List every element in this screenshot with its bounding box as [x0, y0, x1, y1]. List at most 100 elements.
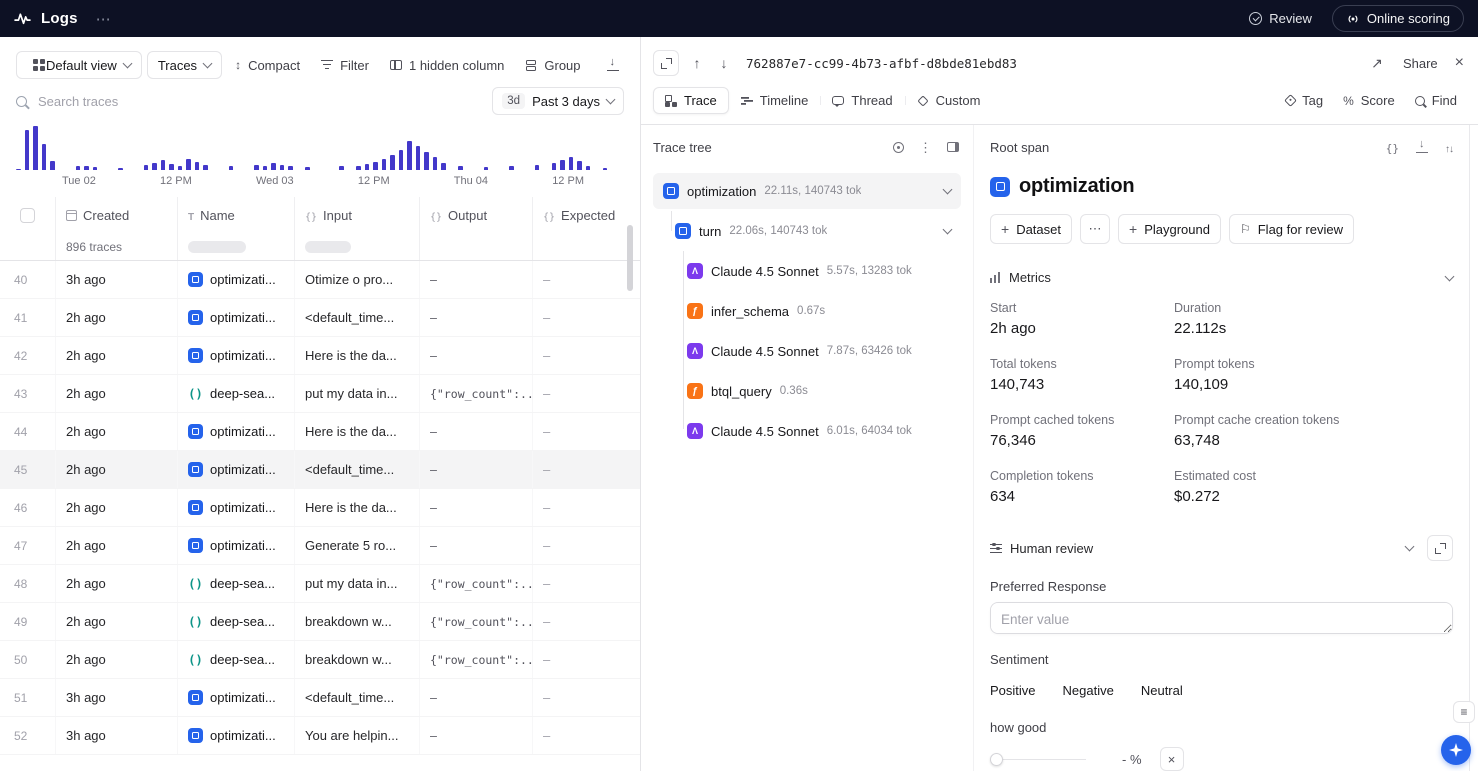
detail-action-button[interactable]: Find — [1406, 88, 1466, 113]
view-selector[interactable]: Default view — [16, 51, 142, 79]
column-header-name[interactable]: Name — [178, 197, 295, 233]
chevron-down-icon[interactable] — [943, 185, 953, 195]
filter-button[interactable]: Filter — [313, 51, 377, 79]
detail-tab[interactable]: Thread — [820, 87, 904, 114]
group-icon — [525, 60, 537, 71]
row-number: 45 — [0, 451, 56, 488]
sentiment-option-button[interactable]: Positive — [990, 679, 1036, 702]
column-header-created[interactable]: Created — [56, 197, 178, 233]
flag-for-review-button[interactable]: ⚐ Flag for review — [1229, 214, 1354, 244]
expand-review-button[interactable] — [1427, 535, 1453, 561]
detail-tab[interactable]: Custom — [905, 87, 993, 114]
table-row[interactable]: 45 2h ago optimizati... <default_time...… — [0, 451, 640, 489]
scrollbar-thumb[interactable] — [627, 225, 633, 291]
compact-toggle[interactable]: ↕ Compact — [227, 51, 308, 79]
app-logo-icon — [14, 10, 31, 27]
row-created: 2h ago — [56, 375, 178, 412]
table-row[interactable]: 47 2h ago optimizati... Generate 5 ro...… — [0, 527, 640, 565]
detail-tab[interactable]: Timeline — [729, 87, 821, 114]
chevron-down-icon[interactable] — [943, 225, 953, 235]
table-row[interactable]: 43 2h ago deep-sea... put my data in... … — [0, 375, 640, 413]
metric-item: Total tokens 140,743 — [990, 357, 1174, 393]
row-number: 44 — [0, 413, 56, 450]
table-row[interactable]: 41 2h ago optimizati... <default_time...… — [0, 299, 640, 337]
add-to-dataset-button[interactable]: + Dataset — [990, 214, 1072, 244]
open-external-icon[interactable]: ↗ — [1368, 55, 1386, 72]
action-icon — [1284, 94, 1297, 107]
how-good-slider[interactable] — [990, 752, 1086, 766]
metric-label: Prompt tokens — [1174, 357, 1453, 371]
sentiment-option-button[interactable]: Neutral — [1141, 679, 1183, 702]
row-created: 2h ago — [56, 527, 178, 564]
online-scoring-button[interactable]: Online scoring — [1332, 5, 1464, 32]
human-review-section-header[interactable]: Human review — [990, 535, 1453, 561]
preferred-response-input[interactable] — [990, 602, 1453, 634]
tab-icon — [832, 96, 844, 105]
trace-tree-node[interactable]: turn 22.06s, 140743 tok — [653, 213, 961, 249]
slider-knob[interactable] — [990, 753, 1003, 766]
table-row[interactable]: 49 2h ago deep-sea... breakdown w... {"r… — [0, 603, 640, 641]
trace-tree-node[interactable]: Claude 4.5 Sonnet 6.01s, 64034 tok — [653, 413, 961, 449]
column-header-expected[interactable]: Expected — [533, 197, 640, 233]
detail-tab[interactable]: Trace — [653, 87, 729, 114]
action-icon — [1415, 96, 1425, 106]
more-actions-button[interactable]: ⋯ — [1080, 214, 1110, 244]
date-range-selector[interactable]: 3d Past 3 days — [492, 87, 624, 115]
chevron-down-icon[interactable] — [1405, 542, 1415, 552]
panel-list-button[interactable]: ≡ — [1453, 701, 1475, 723]
detail-action-button[interactable]: Tag — [1277, 88, 1332, 113]
table-row[interactable]: 51 3h ago optimizati... <default_time...… — [0, 679, 640, 717]
export-button[interactable] — [599, 51, 627, 79]
table-row[interactable]: 52 3h ago optimizati... You are helpin..… — [0, 717, 640, 755]
clear-score-button[interactable]: × — [1160, 747, 1184, 771]
table-row[interactable]: 46 2h ago optimizati... Here is the da..… — [0, 489, 640, 527]
span-icon — [663, 183, 679, 199]
grid-icon — [27, 59, 39, 71]
share-button[interactable]: Share — [1395, 49, 1446, 77]
add-to-playground-button[interactable]: + Playground — [1118, 214, 1221, 244]
metric-item: Completion tokens 634 — [990, 469, 1174, 505]
axis-tick-label: 12 PM — [552, 175, 584, 187]
trace-tree-node[interactable]: Claude 4.5 Sonnet 5.57s, 13283 tok — [653, 253, 961, 289]
row-expected: – — [533, 375, 640, 412]
traces-selector[interactable]: Traces — [147, 51, 222, 79]
braces-icon[interactable] — [1386, 140, 1399, 155]
group-button[interactable]: Group — [517, 51, 588, 79]
kebab-menu-icon[interactable]: ⋮ — [919, 141, 932, 154]
more-menu-icon[interactable]: ⋯ — [96, 10, 111, 28]
table-row[interactable]: 44 2h ago optimizati... Here is the da..… — [0, 413, 640, 451]
sentiment-option-button[interactable]: Negative — [1063, 679, 1114, 702]
sort-updown-icon[interactable] — [1445, 140, 1453, 155]
span-type-icon — [188, 272, 203, 287]
column-header-output[interactable]: Output — [420, 197, 533, 233]
traces-histogram[interactable]: Tue 0212 PMWed 0312 PMThu 0412 PM — [16, 126, 624, 187]
table-row[interactable]: 48 2h ago deep-sea... put my data in... … — [0, 565, 640, 603]
trace-tree-node[interactable]: Claude 4.5 Sonnet 7.87s, 63426 tok — [653, 333, 961, 369]
row-number: 52 — [0, 717, 56, 754]
row-output: – — [420, 413, 533, 450]
next-trace-button[interactable]: ↓ — [715, 55, 733, 71]
hidden-columns-button[interactable]: 1 hidden column — [382, 51, 512, 79]
column-header-input[interactable]: Input — [295, 197, 420, 233]
search-bar: 3d Past 3 days — [16, 86, 624, 116]
table-row[interactable]: 40 3h ago optimizati... Otimize o pro...… — [0, 261, 640, 299]
close-icon[interactable]: × — [1455, 54, 1464, 72]
focus-icon[interactable] — [893, 142, 904, 153]
chevron-down-icon[interactable] — [1445, 271, 1455, 281]
panel-toggle-icon[interactable] — [947, 142, 959, 152]
trace-tree-node[interactable]: infer_schema 0.67s — [653, 293, 961, 329]
review-button[interactable]: Review — [1249, 11, 1312, 26]
assistant-button[interactable] — [1441, 735, 1471, 765]
select-all-checkbox[interactable] — [20, 208, 35, 223]
table-row[interactable]: 42 2h ago optimizati... Here is the da..… — [0, 337, 640, 375]
table-row[interactable]: 50 2h ago deep-sea... breakdown w... {"r… — [0, 641, 640, 679]
download-icon[interactable] — [1416, 141, 1428, 153]
trace-tree-node[interactable]: optimization 22.11s, 140743 tok — [653, 173, 961, 209]
detail-action-button[interactable]: Score — [1334, 88, 1404, 113]
previous-trace-button[interactable]: ↑ — [688, 55, 706, 71]
row-name: optimizati... — [210, 348, 276, 363]
search-input[interactable] — [36, 93, 483, 110]
trace-tree-node[interactable]: btql_query 0.36s — [653, 373, 961, 409]
metrics-section-header[interactable]: Metrics — [990, 270, 1453, 285]
expand-trace-button[interactable] — [653, 50, 679, 76]
